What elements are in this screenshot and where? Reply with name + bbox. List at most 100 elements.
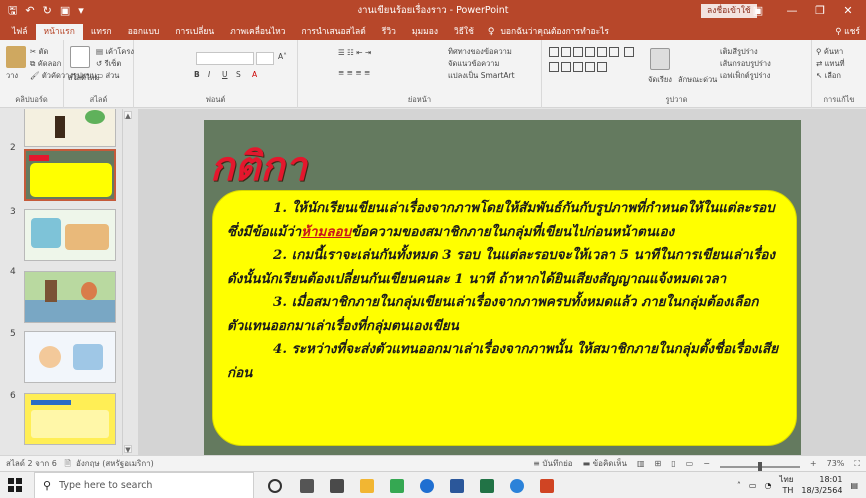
slide-thumbnail-6[interactable] — [24, 393, 116, 445]
underline-button[interactable]: U — [222, 70, 228, 79]
current-slide[interactable]: กติกา 1. ให้นักเรียนเขียนเล่าเรื่องจากภา… — [204, 120, 801, 456]
language-indicator[interactable]: อังกฤษ (สหรัฐอเมริกา) — [76, 459, 154, 468]
spelling-icon[interactable]: 🗎 — [64, 459, 70, 468]
windows-start-icon[interactable] — [8, 478, 22, 492]
tab-review[interactable]: รีวิว — [374, 24, 404, 40]
tab-animations[interactable]: ภาพเคลื่อนไหว — [222, 24, 293, 40]
ribbon-tab-bar: ไฟล์ หน้าแรก แทรก ออกแบบ การเปลี่ยน ภาพเ… — [0, 22, 866, 40]
powerpoint-taskbar-icon[interactable] — [540, 479, 554, 493]
task-view-icon[interactable] — [300, 479, 314, 493]
slide-thumbnail-3[interactable] — [24, 209, 116, 261]
tab-help[interactable]: วิธีใช้ — [446, 24, 482, 40]
new-slide-button[interactable]: สไลด์ใหม่ — [68, 72, 99, 84]
comments-button[interactable]: ▬ ข้อคิดเห็น — [583, 456, 627, 471]
clock[interactable]: 18:01 18/3/2564 — [801, 474, 842, 496]
paste-button[interactable]: วาง — [6, 70, 18, 82]
notes-button[interactable]: ≡ บันทึกย่อ — [533, 456, 572, 471]
zoom-level[interactable]: 73% — [827, 456, 845, 471]
store-icon[interactable] — [330, 479, 344, 493]
align-icons[interactable]: ≡ ≡ ≡ ≡ — [338, 68, 370, 77]
notifications-icon[interactable]: ▤ — [850, 480, 858, 491]
tab-view[interactable]: มุมมอง — [404, 24, 446, 40]
tab-transitions[interactable]: การเปลี่ยน — [167, 24, 222, 40]
maximize-icon[interactable]: ❐ — [808, 0, 832, 22]
zoom-out-icon[interactable]: − — [703, 456, 710, 471]
undo-icon[interactable]: ↶ — [25, 0, 34, 22]
minimize-icon[interactable]: — — [780, 0, 804, 22]
tab-insert[interactable]: แทรก — [83, 24, 120, 40]
rules-text-box[interactable]: 1. ให้นักเรียนเขียนเล่าเรื่องจากภาพโดยให… — [212, 190, 797, 446]
arrange-button[interactable]: จัดเรียง — [648, 74, 672, 86]
font-color-icon[interactable]: A — [252, 70, 257, 79]
tab-file[interactable]: ไฟล์ — [4, 24, 36, 40]
select-button[interactable]: ↖ เลือก — [816, 70, 841, 82]
edge-icon[interactable] — [510, 479, 524, 493]
reset-icon: ↺ — [96, 59, 105, 68]
align-text-button[interactable]: จัดแนวข้อความ — [448, 58, 499, 70]
bold-button[interactable]: B — [194, 70, 200, 79]
convert-smartart-button[interactable]: แปลงเป็น SmartArt — [448, 70, 515, 82]
slide-thumbnail-1[interactable] — [24, 109, 116, 147]
share-button[interactable]: ⚲ แชร์ — [835, 24, 860, 40]
new-slide-icon[interactable] — [70, 46, 90, 68]
tab-home[interactable]: หน้าแรก — [35, 24, 83, 40]
save-icon[interactable]: 🖫 — [8, 0, 17, 22]
file-explorer-icon[interactable] — [360, 479, 374, 493]
taskbar-search-box[interactable]: ⚲ Type here to search — [34, 472, 254, 498]
slide-title[interactable]: กติกา — [210, 134, 307, 198]
normal-view-icon[interactable]: ▥ — [637, 456, 645, 471]
font-size-field[interactable] — [256, 52, 274, 65]
network-icon[interactable]: ▭ — [749, 480, 757, 491]
slide-thumbnail-2[interactable] — [24, 149, 116, 201]
start-from-beginning-icon[interactable]: ▣ — [60, 0, 70, 22]
reading-view-icon[interactable]: ▯ — [671, 456, 675, 471]
tab-design[interactable]: ออกแบบ — [120, 24, 168, 40]
shape-effects-button[interactable]: เอฟเฟ็กต์รูปร่าง — [720, 70, 770, 82]
fit-to-window-icon[interactable]: ⛶ — [854, 456, 860, 471]
replace-button[interactable]: ⇄ แทนที่ — [816, 58, 845, 70]
tray-chevron-icon[interactable]: ˄ — [737, 480, 741, 491]
group-label-editing: การแก้ไข — [823, 95, 855, 104]
cut-button[interactable]: ✂ ตัด — [30, 46, 48, 58]
arrange-icon[interactable] — [650, 48, 670, 70]
slideshow-icon[interactable]: ▭ — [686, 456, 694, 471]
tab-slideshow[interactable]: การนำเสนอสไลด์ — [294, 24, 374, 40]
volume-icon[interactable]: ◔ — [764, 480, 771, 491]
slide-thumbnail-4[interactable] — [24, 271, 116, 323]
quick-styles-button[interactable]: ลักษณะด่วน — [678, 74, 717, 86]
grow-font-icon[interactable]: A˄ — [278, 52, 287, 61]
ribbon-display-options-icon[interactable]: ▣ — [746, 0, 770, 22]
redo-icon[interactable]: ↻ — [43, 0, 52, 22]
reset-button[interactable]: ↺ รีเซ็ต — [96, 58, 121, 70]
italic-button[interactable]: I — [208, 70, 210, 79]
excel-icon[interactable] — [480, 479, 494, 493]
shapes-gallery[interactable] — [548, 46, 640, 76]
cortana-icon[interactable] — [268, 479, 282, 493]
slide-sorter-icon[interactable]: ⊞ — [655, 456, 662, 471]
section-button[interactable]: ▭ ส่วน — [96, 70, 119, 82]
shape-outline-button[interactable]: เส้นกรอบรูปร่าง — [720, 58, 771, 70]
slide-thumbnail-5[interactable] — [24, 331, 116, 383]
find-button[interactable]: ⚲ ค้นหา — [816, 46, 843, 58]
thumbnails-scrollbar[interactable]: ▲ ▼ — [122, 109, 132, 455]
zoom-slider[interactable] — [719, 462, 800, 472]
copy-button[interactable]: ⧉ คัดลอก — [30, 58, 61, 70]
shadow-button[interactable]: S — [236, 70, 241, 79]
text-direction-button[interactable]: ทิศทางของข้อความ — [448, 46, 512, 58]
slide-thumbnails-panel: 2 3 4 5 6 — [0, 109, 138, 455]
shape-fill-button[interactable]: เติมสีรูปร่าง — [720, 46, 758, 58]
chrome-icon[interactable] — [420, 479, 434, 493]
bullets-icon[interactable]: ☰ ☷ ⇤ ⇥ — [338, 48, 371, 57]
word-icon[interactable] — [450, 479, 464, 493]
zoom-in-icon[interactable]: + — [810, 456, 817, 471]
line-icon[interactable] — [390, 479, 404, 493]
layout-button[interactable]: ▤ เค้าโครง — [96, 46, 134, 58]
close-icon[interactable]: ✕ — [836, 0, 860, 22]
tell-me-search[interactable]: บอกฉันว่าคุณต้องการทำอะไร — [494, 24, 609, 40]
customize-qat-icon[interactable]: ▾ — [78, 0, 84, 22]
language-switch[interactable]: ไทย TH — [779, 474, 793, 496]
scroll-down-icon[interactable]: ▼ — [124, 445, 132, 454]
paste-icon[interactable] — [6, 46, 26, 68]
font-name-field[interactable] — [196, 52, 254, 65]
scroll-up-icon[interactable]: ▲ — [124, 111, 132, 120]
